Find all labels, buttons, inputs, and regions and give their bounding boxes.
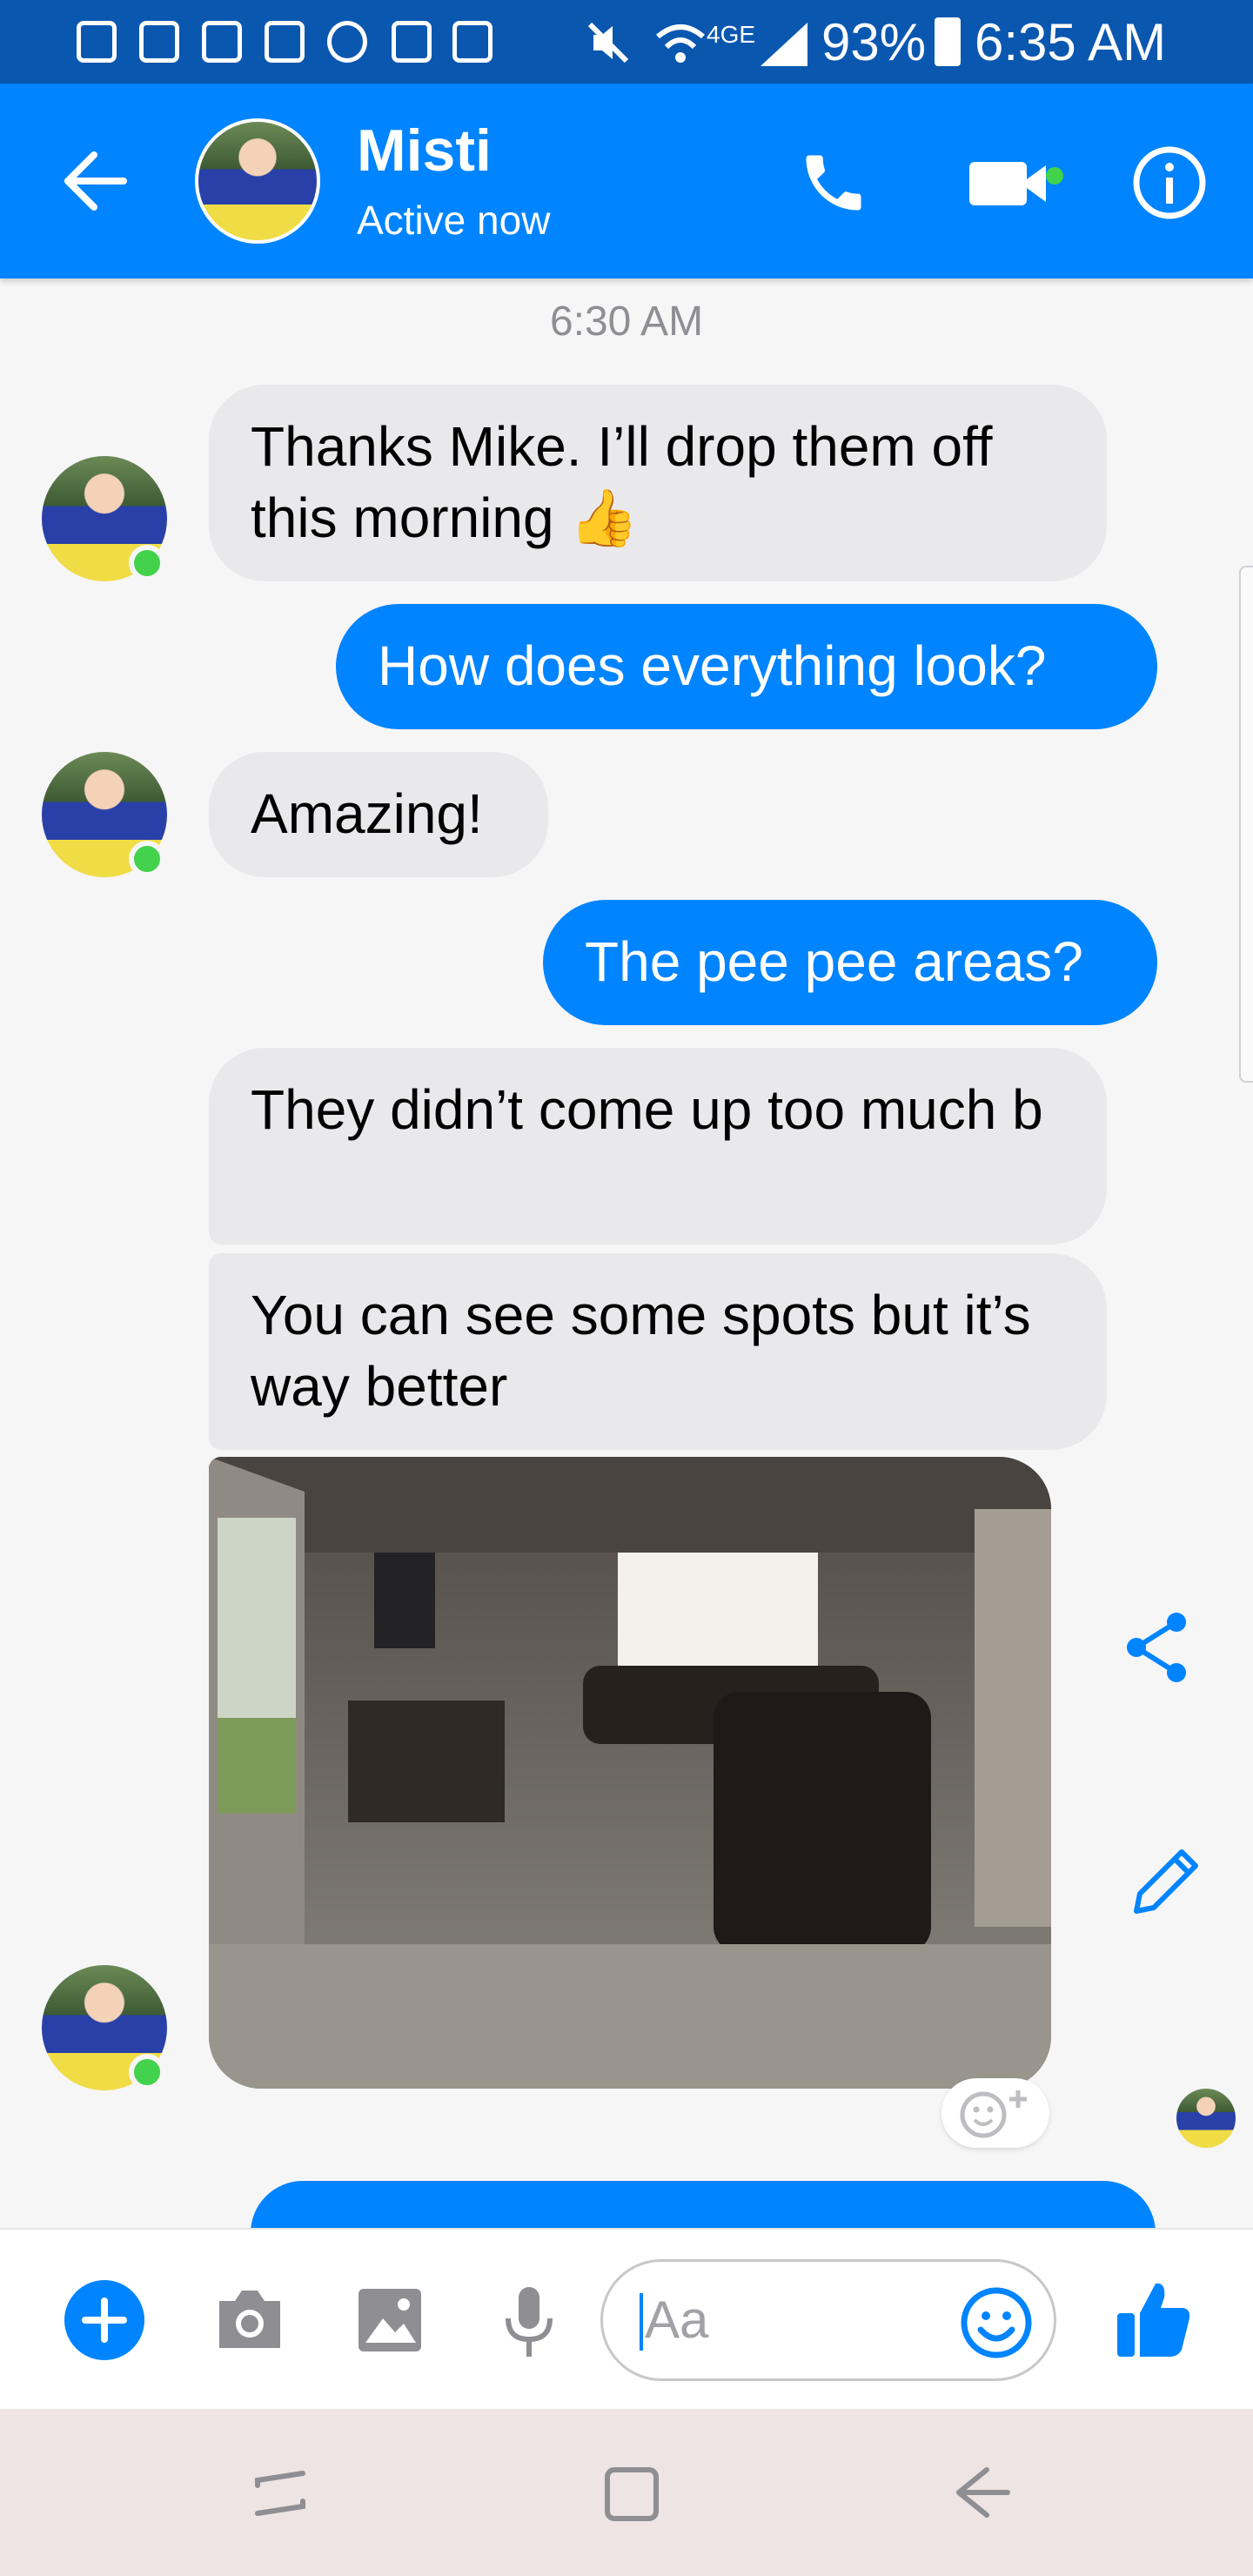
back-icon[interactable] [952, 2461, 1015, 2524]
facebook-notification-icon [77, 21, 117, 63]
message-text: Amazing! [251, 782, 483, 845]
status-time: 6:35 AM [975, 13, 1167, 71]
active-status-dot [129, 2054, 165, 2090]
wifi-icon [656, 24, 705, 63]
incoming-message-bubble[interactable]: Amazing! [209, 752, 548, 877]
facebook-notification-icon [265, 21, 305, 63]
conversation-header: Misti Active now [0, 84, 1253, 278]
text-cursor [640, 2293, 643, 2351]
living-room-photo [209, 1457, 1051, 2089]
facebook-notification-icon [202, 21, 242, 63]
contact-status: Active now [357, 198, 551, 243]
battery-icon [935, 17, 961, 66]
network-type-label: 4GE [707, 21, 756, 48]
battery-percentage: 93% [821, 13, 927, 71]
timer-notification-icon [392, 21, 432, 63]
message-input-placeholder: Aa [645, 2291, 709, 2349]
message-text: The pee pee areas? [585, 930, 1083, 993]
facebook-notification-icon [139, 21, 179, 63]
microphone-icon[interactable] [501, 2284, 557, 2358]
active-status-dot [129, 545, 165, 581]
gallery-icon[interactable] [357, 2287, 423, 2353]
edit-pencil-icon[interactable] [1128, 1841, 1206, 1920]
photo-message[interactable] [209, 1457, 1051, 2089]
message-timestamp: 6:30 AM [549, 299, 704, 345]
emoji-icon[interactable] [960, 2286, 1033, 2359]
add-reaction-icon[interactable] [941, 2078, 1049, 2148]
info-icon[interactable] [1131, 144, 1208, 221]
recent-apps-icon[interactable] [249, 2461, 312, 2524]
outgoing-message-bubble[interactable]: The pee pee areas? [543, 900, 1157, 1025]
message-input[interactable]: Aa [600, 2259, 1056, 2381]
message-text: Thanks Mike. I’ll drop them off this mor… [251, 415, 993, 549]
incoming-message-bubble[interactable]: You can see some spots but it’s way bett… [209, 1253, 1107, 1450]
video-camera-icon[interactable] [968, 153, 1070, 214]
share-icon[interactable] [1122, 1610, 1192, 1685]
read-receipt-avatar [1176, 2089, 1236, 2148]
thumbs-up-icon[interactable] [1114, 2278, 1192, 2358]
phone-icon[interactable] [797, 146, 870, 219]
system-navigation-bar [0, 2409, 1253, 2576]
plus-icon[interactable] [63, 2278, 146, 2362]
camera-icon[interactable] [212, 2285, 287, 2353]
mute-icon [587, 22, 629, 64]
status-bar: 4GE 93% 6:35 AM [0, 0, 1253, 84]
contact-avatar[interactable] [195, 118, 320, 244]
scroll-handle[interactable] [1239, 566, 1253, 1083]
contact-name[interactable]: Misti [357, 117, 492, 184]
message-text: They didn’t come up too much b [251, 1078, 1043, 1141]
message-text: How does everything look? [378, 634, 1047, 697]
signal-strength-icon [761, 23, 807, 66]
outgoing-message-bubble[interactable]: How does everything look? [336, 604, 1157, 729]
back-arrow-icon[interactable] [61, 148, 131, 214]
message-list[interactable]: 6:30 AM Thanks Mike. I’ll drop them off … [0, 278, 1253, 2228]
message-composer: Aa [0, 2228, 1253, 2411]
outgoing-message-bubble-partial[interactable] [251, 2181, 1156, 2228]
home-icon[interactable] [600, 2461, 663, 2524]
active-status-dot [129, 841, 165, 877]
messenger-notification-icon [327, 21, 367, 63]
incoming-message-bubble[interactable]: Thanks Mike. I’ll drop them off this mor… [209, 385, 1107, 581]
incoming-message-bubble[interactable]: They didn’t come up too much b [209, 1048, 1107, 1244]
health-notification-icon [452, 21, 492, 63]
message-text: You can see some spots but it’s way bett… [251, 1284, 1031, 1418]
